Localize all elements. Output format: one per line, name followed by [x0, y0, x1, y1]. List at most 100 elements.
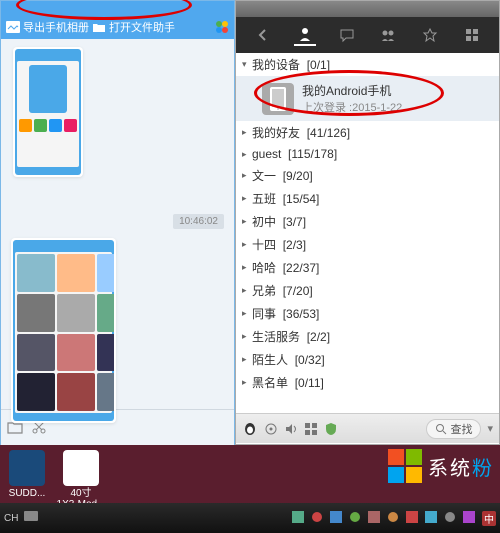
group-count: [22/37]: [283, 261, 320, 275]
group-name: 生活服务: [252, 328, 300, 345]
chevron-right-icon: ▸: [242, 216, 252, 227]
taskbar[interactable]: CH 中: [0, 503, 500, 533]
group-header[interactable]: ▸我的好友 [41/126]: [236, 121, 499, 144]
settings-icon[interactable]: [264, 422, 278, 436]
tray-icon[interactable]: [406, 511, 420, 525]
group-count: [9/20]: [283, 169, 313, 183]
group-header[interactable]: ▸哈哈 [22/37]: [236, 256, 499, 279]
contact-panel: ▾ 我的设备 [0/1] 我的Android手机 上次登录 :2015-1-22…: [235, 0, 500, 445]
group-header[interactable]: ▸陌生人 [0/32]: [236, 348, 499, 371]
chat-toolbar: 导出手机相册 打开文件助手: [1, 15, 234, 39]
group-count: [115/178]: [288, 147, 337, 161]
tray-icon[interactable]: [292, 511, 306, 525]
group-count: [2/3]: [283, 238, 306, 252]
picture-icon: [5, 19, 21, 35]
chevron-right-icon: ▸: [242, 331, 252, 342]
chevron-right-icon: ▸: [242, 127, 252, 138]
desktop-icon[interactable]: 40寸 1X3-Mod...: [56, 450, 106, 510]
document-icon: [63, 450, 99, 486]
open-file-helper-button[interactable]: 打开文件助手: [91, 19, 175, 35]
device-name: 我的Android手机: [302, 82, 402, 99]
group-count: [15/54]: [283, 192, 320, 206]
device-item[interactable]: 我的Android手机 上次登录 :2015-1-22: [236, 76, 499, 121]
qq-icon[interactable]: [242, 421, 258, 437]
group-name: guest: [252, 147, 281, 161]
phone-icon: [262, 83, 294, 115]
desktop-icon[interactable]: SUDD...: [2, 450, 52, 499]
system-tray: 中: [292, 511, 496, 526]
contacts-tab[interactable]: [294, 24, 316, 46]
group-header[interactable]: ▸同事 [36/53]: [236, 302, 499, 325]
contact-group-list[interactable]: ▾ 我的设备 [0/1] 我的Android手机 上次登录 :2015-1-22…: [236, 53, 499, 413]
group-header[interactable]: ▸guest [115/178]: [236, 144, 499, 164]
group-header[interactable]: ▸初中 [3/7]: [236, 210, 499, 233]
search-label: 查找: [450, 421, 472, 437]
group-header[interactable]: ▸文一 [9/20]: [236, 164, 499, 187]
group-name: 十四: [252, 236, 276, 253]
group-name: 初中: [252, 213, 276, 230]
group-count: [41/126]: [307, 126, 350, 140]
group-count: [3/7]: [283, 215, 306, 229]
device-last-login: 上次登录 :2015-1-22: [302, 99, 402, 115]
contact-tabs: [236, 17, 499, 53]
tray-icon[interactable]: [425, 511, 439, 525]
chevron-right-icon: ▸: [242, 170, 252, 181]
group-name: 黑名单: [252, 374, 288, 391]
export-album-button[interactable]: 导出手机相册: [5, 19, 89, 35]
chat-titlebar[interactable]: [1, 1, 234, 15]
group-count: [0/11]: [295, 376, 324, 390]
group-header[interactable]: ▸兄弟 [7/20]: [236, 279, 499, 302]
group-name: 我的好友: [252, 124, 300, 141]
keyboard-icon[interactable]: [24, 511, 38, 525]
ime-lang-indicator[interactable]: 中: [482, 511, 496, 526]
more-tab[interactable]: [461, 24, 483, 46]
chat-body: 10:46:02: [1, 39, 234, 409]
dropdown-icon[interactable]: ▾: [487, 422, 493, 435]
tray-icon[interactable]: [368, 511, 382, 525]
apps-icon[interactable]: [304, 422, 318, 436]
group-count: [0/32]: [295, 353, 325, 367]
chevron-right-icon: ▸: [242, 262, 252, 273]
app-icon: [9, 450, 45, 486]
windows-logo-icon: [388, 449, 422, 483]
group-header[interactable]: ▸黑名单 [0/11]: [236, 371, 499, 394]
open-file-helper-label: 打开文件助手: [109, 19, 175, 35]
tray-icon[interactable]: [330, 511, 344, 525]
ime-indicator[interactable]: CH: [4, 513, 18, 524]
group-header[interactable]: ▸五班 [15/54]: [236, 187, 499, 210]
app-launcher-icon[interactable]: [214, 19, 230, 35]
group-name: 同事: [252, 305, 276, 322]
chat-tab[interactable]: [336, 24, 358, 46]
screenshot-thumbnail[interactable]: [13, 47, 83, 177]
security-icon[interactable]: [324, 422, 338, 436]
group-count: [2/2]: [307, 330, 330, 344]
sound-icon[interactable]: [284, 422, 298, 436]
group-header[interactable]: ▸生活服务 [2/2]: [236, 325, 499, 348]
contact-footer: 查找 ▾: [236, 413, 499, 443]
group-name: 陌生人: [252, 351, 288, 368]
tray-icon[interactable]: [463, 511, 477, 525]
watermark: 系统粉: [388, 449, 494, 483]
back-icon[interactable]: [252, 24, 274, 46]
chevron-right-icon: ▸: [242, 149, 252, 160]
watermark-text: 系统粉: [428, 452, 494, 481]
chevron-right-icon: ▸: [242, 239, 252, 250]
tray-icon[interactable]: [311, 511, 325, 525]
chevron-down-icon: ▾: [242, 59, 252, 70]
group-name: 哈哈: [252, 259, 276, 276]
chevron-right-icon: ▸: [242, 308, 252, 319]
chevron-right-icon: ▸: [242, 354, 252, 365]
search-button[interactable]: 查找: [426, 419, 481, 439]
group-count: [0/1]: [307, 58, 330, 72]
group-header-devices[interactable]: ▾ 我的设备 [0/1]: [236, 53, 499, 76]
group-header[interactable]: ▸十四 [2/3]: [236, 233, 499, 256]
space-tab[interactable]: [419, 24, 441, 46]
folder-icon: [91, 19, 107, 35]
contact-panel-titlebar[interactable]: [236, 1, 499, 17]
groups-tab[interactable]: [377, 24, 399, 46]
tray-icon[interactable]: [444, 511, 458, 525]
group-name: 我的设备: [252, 56, 300, 73]
tray-icon[interactable]: [387, 511, 401, 525]
tray-icon[interactable]: [349, 511, 363, 525]
screenshot-thumbnail-large[interactable]: [11, 238, 116, 423]
